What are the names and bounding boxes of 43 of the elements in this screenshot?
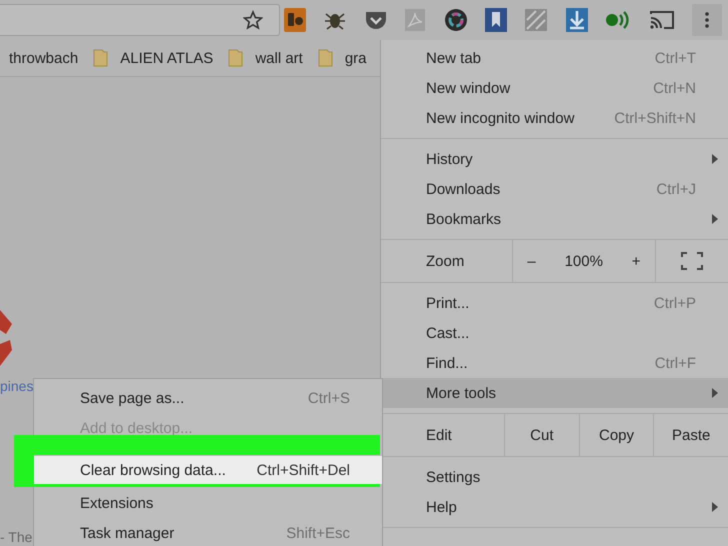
color-wheel-icon[interactable] bbox=[444, 8, 468, 32]
signal-icon[interactable] bbox=[605, 10, 632, 30]
menu-item[interactable]: New incognito window Ctrl+Shift+N bbox=[381, 103, 728, 133]
menu-item[interactable]: More tools bbox=[381, 378, 728, 408]
edit-label: Edit bbox=[425, 426, 453, 446]
menu-item[interactable]: Save page as... Ctrl+S bbox=[34, 383, 382, 413]
page-text: - The bbox=[0, 529, 32, 545]
tile-icon[interactable] bbox=[524, 8, 548, 32]
zoom-out-button[interactable]: – bbox=[527, 252, 536, 270]
zoom-in-button[interactable]: + bbox=[632, 252, 641, 270]
menu-item[interactable]: Help bbox=[381, 492, 728, 522]
folder-icon bbox=[93, 49, 108, 67]
zoom-level: 100% bbox=[564, 252, 603, 270]
address-field[interactable] bbox=[0, 4, 280, 36]
menu-item[interactable]: Extensions bbox=[34, 488, 382, 518]
menu-item[interactable]: New window Ctrl+N bbox=[381, 73, 728, 103]
menu-item[interactable]: New tab Ctrl+T bbox=[381, 43, 728, 73]
folder-icon bbox=[228, 49, 244, 67]
menu-item[interactable]: History bbox=[381, 144, 728, 174]
logo-icon bbox=[0, 310, 12, 366]
gadget-icon[interactable] bbox=[284, 8, 306, 32]
bookmark-link[interactable]: throwbach bbox=[9, 50, 78, 66]
cast-icon[interactable] bbox=[648, 10, 675, 30]
menu-item[interactable]: Task manager Shift+Esc bbox=[34, 518, 382, 546]
menu-item[interactable]: Find... Ctrl+F bbox=[381, 348, 728, 378]
shield-chevron-icon[interactable] bbox=[364, 10, 387, 30]
star-icon[interactable] bbox=[243, 10, 263, 30]
bookmark-icon[interactable] bbox=[484, 8, 507, 32]
menu-item[interactable]: Print... Ctrl+P bbox=[381, 288, 728, 318]
menu-item[interactable]: Cast... bbox=[381, 318, 728, 348]
bookmark-link[interactable]: gra bbox=[344, 50, 367, 66]
menu-item[interactable]: Clear browsing data... Ctrl+Shift+Del bbox=[34, 456, 382, 484]
fullscreen-icon[interactable] bbox=[681, 252, 703, 270]
menu-item[interactable]: Downloads Ctrl+J bbox=[381, 174, 728, 204]
menu-item[interactable]: Bookmarks bbox=[381, 204, 728, 234]
zoom-label: Zoom bbox=[425, 252, 466, 272]
menu-icon[interactable] bbox=[704, 12, 709, 28]
folder-icon bbox=[318, 49, 333, 67]
download-icon[interactable] bbox=[566, 8, 588, 32]
bookmark-link[interactable]: ALIEN ATLAS bbox=[120, 50, 214, 66]
bookmark-link[interactable]: wall art bbox=[255, 50, 303, 66]
menu-button[interactable] bbox=[692, 4, 722, 36]
menu-item[interactable]: Settings bbox=[381, 462, 728, 492]
